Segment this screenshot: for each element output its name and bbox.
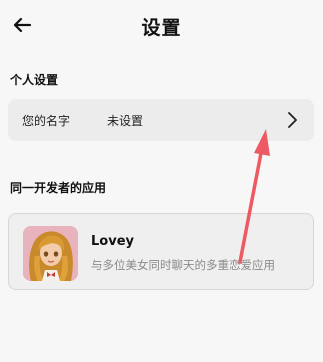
name-setting-row[interactable]: 您的名字 未设置 — [8, 99, 314, 141]
page-title: 设置 — [141, 17, 182, 39]
name-setting-label: 您的名字 — [22, 113, 71, 128]
name-setting-value: 未设置 — [107, 113, 144, 128]
app-description: 与多位美女同时聊天的多重恋爱应用 — [91, 258, 275, 272]
lovey-app-icon — [23, 226, 78, 281]
developer-apps-heading: 同一开发者的应用 — [10, 181, 107, 195]
personal-settings-heading: 个人设置 — [10, 73, 59, 87]
app-card-lovey[interactable]: Lovey 与多位美女同时聊天的多重恋爱应用 — [8, 213, 314, 290]
chevron-right-icon — [288, 112, 297, 128]
header-bar: 设置 — [0, 0, 323, 50]
app-name: Lovey — [91, 234, 134, 249]
